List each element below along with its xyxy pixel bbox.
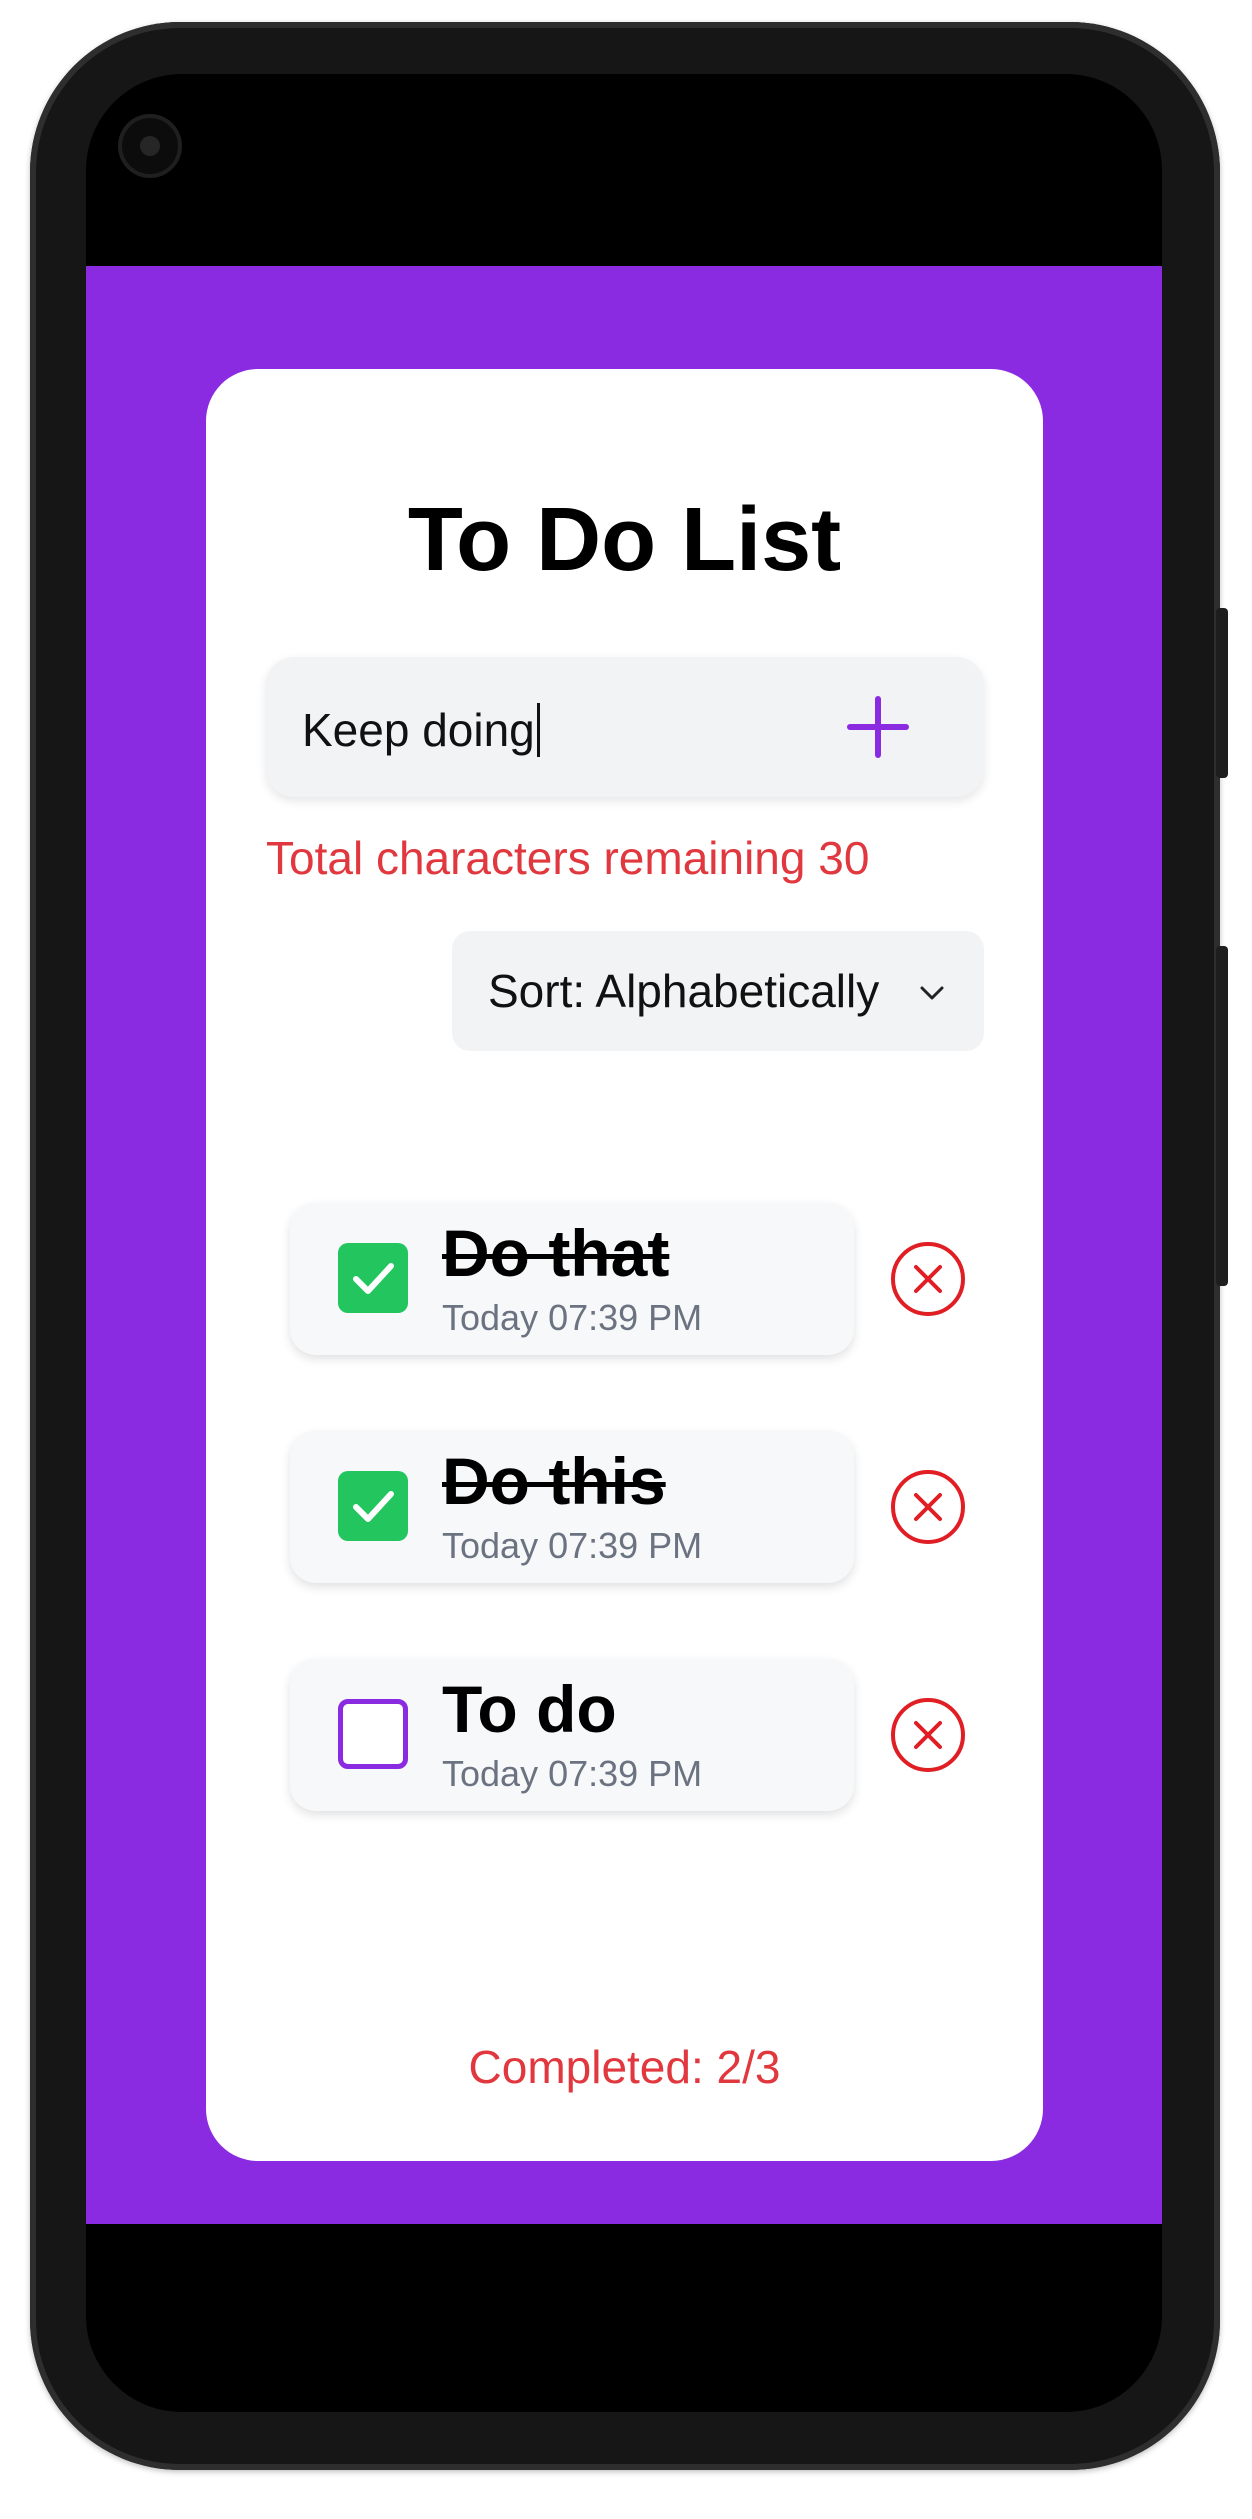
app-background: To Do List Keep doing Total characters r… — [86, 266, 1162, 2224]
todo-timestamp: Today 07:39 PM — [442, 1753, 703, 1794]
close-circle-icon — [891, 1698, 965, 1772]
checkmark-icon — [353, 1491, 394, 1522]
close-circle-icon — [891, 1470, 965, 1544]
plus-icon — [847, 696, 909, 758]
close-circle-icon — [891, 1242, 965, 1316]
chevron-down-icon — [920, 986, 944, 1000]
todo-text: Do this — [442, 1444, 666, 1518]
completed-counter: Completed: 2/3 — [468, 2041, 781, 2093]
front-camera — [118, 114, 182, 178]
phone-screen: To Do List Keep doing Total characters r… — [86, 74, 1162, 2412]
characters-remaining-text: Total characters remaining 30 — [266, 832, 870, 884]
todo-checkbox-unchecked[interactable] — [338, 1699, 408, 1769]
todo-text: To do — [442, 1672, 617, 1746]
volume-button — [1216, 608, 1228, 778]
todo-item: Do that Today 07:39 PM — [290, 1203, 854, 1355]
task-input-field[interactable]: Keep doing — [266, 657, 984, 797]
add-task-button[interactable] — [846, 695, 910, 759]
delete-todo-button[interactable] — [890, 1469, 966, 1545]
todo-text: Do that — [442, 1216, 670, 1290]
delete-todo-button[interactable] — [890, 1241, 966, 1317]
todo-checkbox-checked[interactable] — [338, 1243, 408, 1313]
todo-card: To Do List Keep doing Total characters r… — [206, 369, 1043, 2161]
power-button — [1216, 946, 1228, 1286]
task-input-text[interactable]: Keep doing — [302, 703, 540, 757]
todo-timestamp: Today 07:39 PM — [442, 1525, 703, 1566]
todo-checkbox-checked[interactable] — [338, 1471, 408, 1541]
todo-timestamp: Today 07:39 PM — [442, 1297, 703, 1338]
todo-item: Do this Today 07:39 PM — [290, 1431, 854, 1583]
sort-label: Sort: Alphabetically — [488, 965, 880, 1017]
delete-todo-button[interactable] — [890, 1697, 966, 1773]
checkmark-icon — [353, 1263, 394, 1294]
page-title: To Do List — [407, 490, 842, 590]
todo-item: To do Today 07:39 PM — [290, 1659, 854, 1811]
sort-dropdown[interactable]: Sort: Alphabetically — [452, 931, 984, 1051]
